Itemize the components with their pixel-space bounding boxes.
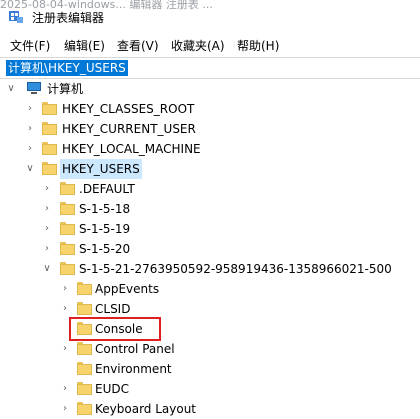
folder-icon	[77, 302, 92, 315]
chevron-down-icon[interactable]: ∨	[25, 159, 35, 179]
folder-icon	[77, 322, 92, 335]
chevron-right-icon[interactable]: ›	[60, 299, 70, 319]
tree-item-label: Console	[95, 322, 143, 336]
menu-favorites[interactable]: 收藏夹(A)	[171, 37, 225, 54]
folder-icon	[42, 122, 57, 135]
registry-tree[interactable]: ∨ 计算机 › HKEY_CLASSES_ROOT › HKEY_CURRENT…	[0, 79, 420, 419]
folder-open-icon	[60, 262, 75, 275]
menu-view[interactable]: 查看(V)	[117, 37, 159, 54]
tree-item-label: .DEFAULT	[79, 182, 135, 196]
tree-item-label: Environment	[95, 362, 172, 376]
chevron-right-icon[interactable]: ›	[60, 339, 70, 359]
regedit-icon	[9, 11, 23, 23]
chevron-down-icon[interactable]: ∨	[6, 79, 16, 99]
tree-item-label: CLSID	[95, 302, 131, 316]
folder-open-icon	[42, 162, 57, 175]
chevron-down-icon[interactable]: ∨	[42, 259, 52, 279]
address-text[interactable]: 计算机\HKEY_USERS	[6, 60, 128, 76]
folder-icon	[77, 342, 92, 355]
folder-icon	[60, 222, 75, 235]
tree-item-environment[interactable]: Environment	[0, 359, 420, 379]
chevron-right-icon[interactable]: ›	[42, 199, 52, 219]
folder-icon	[77, 362, 92, 375]
tree-item-label: S-1-5-20	[79, 242, 131, 256]
tree-item-s-1-5-21-500[interactable]: ∨ S-1-5-21-2763950592-958919436-13589660…	[0, 259, 420, 279]
chevron-right-icon[interactable]: ›	[60, 379, 70, 399]
tree-item-default[interactable]: › .DEFAULT	[0, 179, 420, 199]
chevron-right-icon[interactable]: ›	[25, 139, 35, 159]
menu-help[interactable]: 帮助(H)	[237, 37, 279, 54]
address-bar[interactable]: 计算机\HKEY_USERS	[0, 57, 420, 79]
folder-icon	[60, 182, 75, 195]
folder-icon	[60, 242, 75, 255]
folder-icon	[42, 142, 57, 155]
folder-icon	[60, 202, 75, 215]
title-bar: 2025-08-04-windows... 编辑器 注册表 ... 注册表编辑器	[0, 0, 420, 35]
computer-icon	[26, 82, 42, 95]
folder-icon	[42, 102, 57, 115]
tree-item-computer[interactable]: ∨ 计算机	[0, 79, 420, 99]
tree-item-appevents[interactable]: › AppEvents	[0, 279, 420, 299]
chevron-right-icon[interactable]: ›	[42, 179, 52, 199]
tree-item-label: Control Panel	[95, 342, 175, 356]
tree-item-label: HKEY_CLASSES_ROOT	[62, 102, 195, 116]
tree-item-s-1-5-18[interactable]: › S-1-5-18	[0, 199, 420, 219]
tree-item-clsid[interactable]: › CLSID	[0, 299, 420, 319]
menu-file[interactable]: 文件(F)	[10, 37, 50, 54]
tree-item-label: HKEY_CURRENT_USER	[62, 122, 196, 136]
tree-item-label: AppEvents	[95, 282, 160, 296]
window-title: 注册表编辑器	[32, 11, 105, 25]
tree-item-hkcu[interactable]: › HKEY_CURRENT_USER	[0, 119, 420, 139]
tree-item-label: EUDC	[95, 382, 129, 396]
tree-item-keyboard-layout[interactable]: › Keyboard Layout	[0, 399, 420, 419]
tree-item-label: Keyboard Layout	[95, 402, 197, 416]
chevron-right-icon[interactable]: ›	[60, 279, 70, 299]
chevron-right-icon[interactable]: ›	[60, 399, 70, 419]
tree-item-hklm[interactable]: › HKEY_LOCAL_MACHINE	[0, 139, 420, 159]
tree-item-label: S-1-5-21-2763950592-958919436-1358966021…	[79, 262, 392, 276]
tree-item-s-1-5-20[interactable]: › S-1-5-20	[0, 239, 420, 259]
tree-item-label: HKEY_USERS	[60, 159, 142, 179]
tree-item-s-1-5-19[interactable]: › S-1-5-19	[0, 219, 420, 239]
folder-icon	[77, 382, 92, 395]
menu-bar: 文件(F) 编辑(E) 查看(V) 收藏夹(A) 帮助(H)	[0, 34, 420, 56]
tree-item-label: S-1-5-19	[79, 222, 131, 236]
tree-item-label: S-1-5-18	[79, 202, 131, 216]
tree-item-eudc[interactable]: › EUDC	[0, 379, 420, 399]
menu-edit[interactable]: 编辑(E)	[64, 37, 105, 54]
chevron-right-icon[interactable]: ›	[42, 239, 52, 259]
folder-icon	[77, 282, 92, 295]
chevron-right-icon[interactable]: ›	[25, 99, 35, 119]
tree-item-hkcr[interactable]: › HKEY_CLASSES_ROOT	[0, 99, 420, 119]
tree-item-hku[interactable]: ∨ HKEY_USERS	[0, 159, 420, 179]
tree-item-label: HKEY_LOCAL_MACHINE	[62, 142, 201, 156]
chevron-right-icon[interactable]: ›	[25, 119, 35, 139]
tree-item-label: 计算机	[47, 82, 84, 96]
tree-item-console[interactable]: Console	[0, 319, 420, 339]
folder-icon	[77, 402, 92, 415]
tree-item-control-panel[interactable]: › Control Panel	[0, 339, 420, 359]
chevron-right-icon[interactable]: ›	[42, 219, 52, 239]
